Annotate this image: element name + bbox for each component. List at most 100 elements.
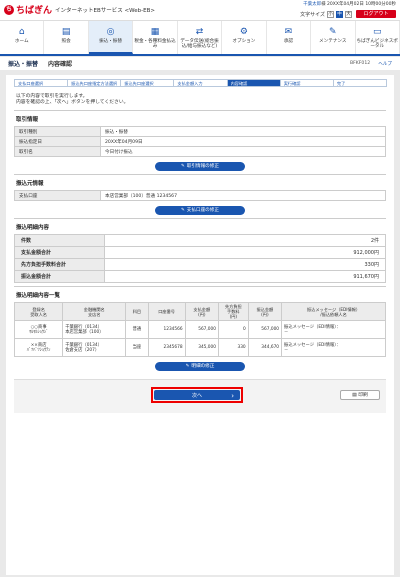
nav-inquiry[interactable]: ▤ 照会 [44, 21, 89, 54]
column-header: 振込メッセージ（EDI情報） /振込依頼人名 [281, 302, 386, 321]
row-value: 912,000円 [104, 246, 386, 259]
account-number: 2345678 [147, 338, 186, 357]
row-label: 先方負担手数料合計 [14, 258, 105, 271]
calculator-icon: ▦ [150, 27, 160, 37]
nav-options[interactable]: ⚙ オプション [222, 21, 267, 54]
nav-home[interactable]: ⌂ ホーム [0, 21, 45, 54]
row-value: 2件 [104, 234, 386, 247]
fee-amount: 330 [218, 338, 249, 357]
row-label: 件数 [14, 234, 105, 247]
column-header-label: 金融機関名 支店名 [83, 306, 105, 317]
pencil-icon: ✎ [329, 27, 337, 37]
edit-source-account-button[interactable]: ✎ 支払口座の修正 [155, 206, 245, 215]
message-cell: 振込メッセージ（EDI情報）：－ [281, 320, 386, 339]
logo-name: ちばぎん [16, 6, 53, 16]
font-size-medium-button[interactable]: 中 [336, 11, 343, 18]
table-row: 支払口座 本店営業部（100）普通 1234567 [14, 190, 386, 201]
row-value: 911,670円 [104, 270, 386, 283]
monitor-icon: ▭ [372, 27, 382, 37]
font-size-label: 文字サイズ [300, 12, 325, 18]
account-number: 1234566 [147, 320, 186, 339]
button-label: 支払口座の修正 [186, 208, 219, 213]
instruction-message: 以下の内容で取引を実行します。 内容を確認の上、「次へ」ボタンを押してください。 [16, 94, 386, 106]
fee-amount: 0 [218, 320, 249, 339]
branch-name: 本店営業部（100） [65, 329, 104, 335]
divider [14, 218, 386, 219]
column-header-label: 振込金額 (円) [256, 306, 274, 317]
table-row: 件数 2件 [14, 234, 386, 247]
font-size-large-button[interactable]: 大 [345, 11, 352, 18]
section-title: 振込・振替 [8, 61, 39, 68]
next-button-highlight: 次へ › [151, 387, 243, 403]
last-login: 20XX年04月02日 10時00分00秒 [327, 2, 396, 7]
nav-label: メンテナンス [319, 39, 347, 44]
payee-name: ﾊﾞﾂﾊﾞﾂｼｮｳﾃﾝ [26, 347, 51, 353]
table-row: ××商店 ﾊﾞﾂﾊﾞﾂｼｮｳﾃﾝ 千葉銀行（0134） 佐倉支店（207） 当座 2… [13, 338, 386, 357]
column-header-label: 支払金額 (円) [193, 306, 211, 317]
nav-data-transfer[interactable]: ⇄ データ伝送(総合振込/給与振込など) [178, 21, 223, 54]
transaction-info-table: 取引種別 振込・振替 振込指定日 20XX年04月09日 取引名 今日付け振込 [14, 126, 386, 157]
edit-transaction-button[interactable]: ✎ 取引情報の修正 [155, 162, 245, 171]
next-button-label: 次へ [191, 393, 202, 399]
summary-table: 件数 2件 支払金額合計 912,000円 先方負担手数料合計 330円 振込金額合計… [14, 234, 386, 283]
step: 振込先口座選択 [120, 79, 175, 87]
sender-name: － [284, 347, 289, 353]
user-suffix: 様 [321, 2, 326, 7]
nav-label: ちばぎんビジネスポータル [356, 39, 398, 49]
row-label: 支払金額合計 [14, 246, 105, 259]
logo-mark-icon: ち [4, 4, 14, 15]
nav-label: ホーム [14, 39, 29, 44]
row-value: 振込・振替 [100, 126, 386, 137]
button-label: 取引情報の修正 [186, 164, 219, 169]
step: 支払金額入力 [173, 79, 228, 87]
table-row: 振込指定日 20XX年04月09日 [14, 136, 386, 147]
nav-approval[interactable]: ✉ 承認 [267, 21, 312, 54]
nav-transfer[interactable]: ◎ 振込・振替 [88, 21, 134, 54]
edit-details-button[interactable]: ✎ 明細の修正 [155, 362, 245, 371]
nav-maintenance[interactable]: ✎ メンテナンス [311, 21, 356, 54]
nav-label: 税金・各種料金払込み [134, 39, 176, 49]
help-link[interactable]: ヘルプ [378, 61, 392, 67]
nav-business-portal[interactable]: ▭ ちばぎんビジネスポータル [356, 21, 400, 54]
source-info-table: 支払口座 本店営業部（100）普通 1234567 [14, 190, 386, 201]
step: 完了 [332, 79, 387, 87]
table-row: 取引名 今日付け振込 [14, 146, 386, 157]
page-title: 内容確認 [48, 61, 73, 68]
next-button[interactable]: 次へ › [154, 390, 240, 400]
print-button[interactable]: ▤ 印刷 [340, 390, 380, 400]
nav-label: 振込・振替 [99, 39, 123, 44]
row-value: 今日付け振込 [100, 146, 386, 157]
column-header-label: 振込メッセージ（EDI情報） /振込依頼人名 [306, 306, 361, 317]
step: 実行確認 [279, 79, 334, 87]
sender-name: － [284, 329, 289, 335]
print-button-label: 印刷 [358, 393, 368, 398]
transaction-info-heading: 取引情報 [16, 117, 39, 123]
pencil-icon: ✎ [185, 364, 190, 369]
chevron-right-icon: › [231, 392, 234, 400]
payee-cell: ××商店 ﾊﾞﾂﾊﾞﾂｼｮｳﾃﾝ [13, 338, 64, 357]
column-header: 金融機関名 支店名 [62, 302, 127, 321]
summary-heading: 振込明細内容 [16, 225, 50, 231]
row-value: 本店営業部（100）普通 1234567 [100, 190, 386, 201]
font-size-small-button[interactable]: 小 [327, 11, 334, 18]
footer-actions: 次へ › ▤ 印刷 [14, 379, 386, 413]
screen-code: BFKF012 [349, 61, 371, 66]
account-type: 当座 [125, 338, 149, 357]
step-current: 内容確認 [226, 79, 281, 87]
nav-tax-payment[interactable]: ▦ 税金・各種料金払込み [133, 21, 178, 54]
transfer-amount: 567,000 [247, 320, 283, 339]
column-header-label: 科目 [132, 309, 142, 314]
step: 支払口座選択 [14, 79, 69, 87]
data-transfer-icon: ⇄ [195, 27, 204, 37]
table-row: 振込金額合計 911,670円 [14, 270, 386, 283]
row-label: 振込指定日 [14, 136, 101, 147]
row-value: 20XX年04月09日 [100, 136, 386, 147]
main-card: 支払口座選択 振込先口座指定方法選択 振込先口座選択 支払金額入力 内容確認 実… [6, 75, 394, 575]
row-label: 取引名 [14, 146, 101, 157]
details-table: 登録名 受取人名 金融機関名 支店名 科目 口座番号 支払金額 (円) 先方負担… [13, 302, 386, 357]
payment-amount: 567,000 [184, 320, 220, 339]
column-header: 登録名 受取人名 [13, 302, 64, 321]
page-titlebar: 振込・振替 内容確認 BFKF012 ヘルプ [0, 57, 400, 70]
divider [14, 174, 386, 175]
logout-button[interactable]: ログアウト [356, 10, 396, 18]
